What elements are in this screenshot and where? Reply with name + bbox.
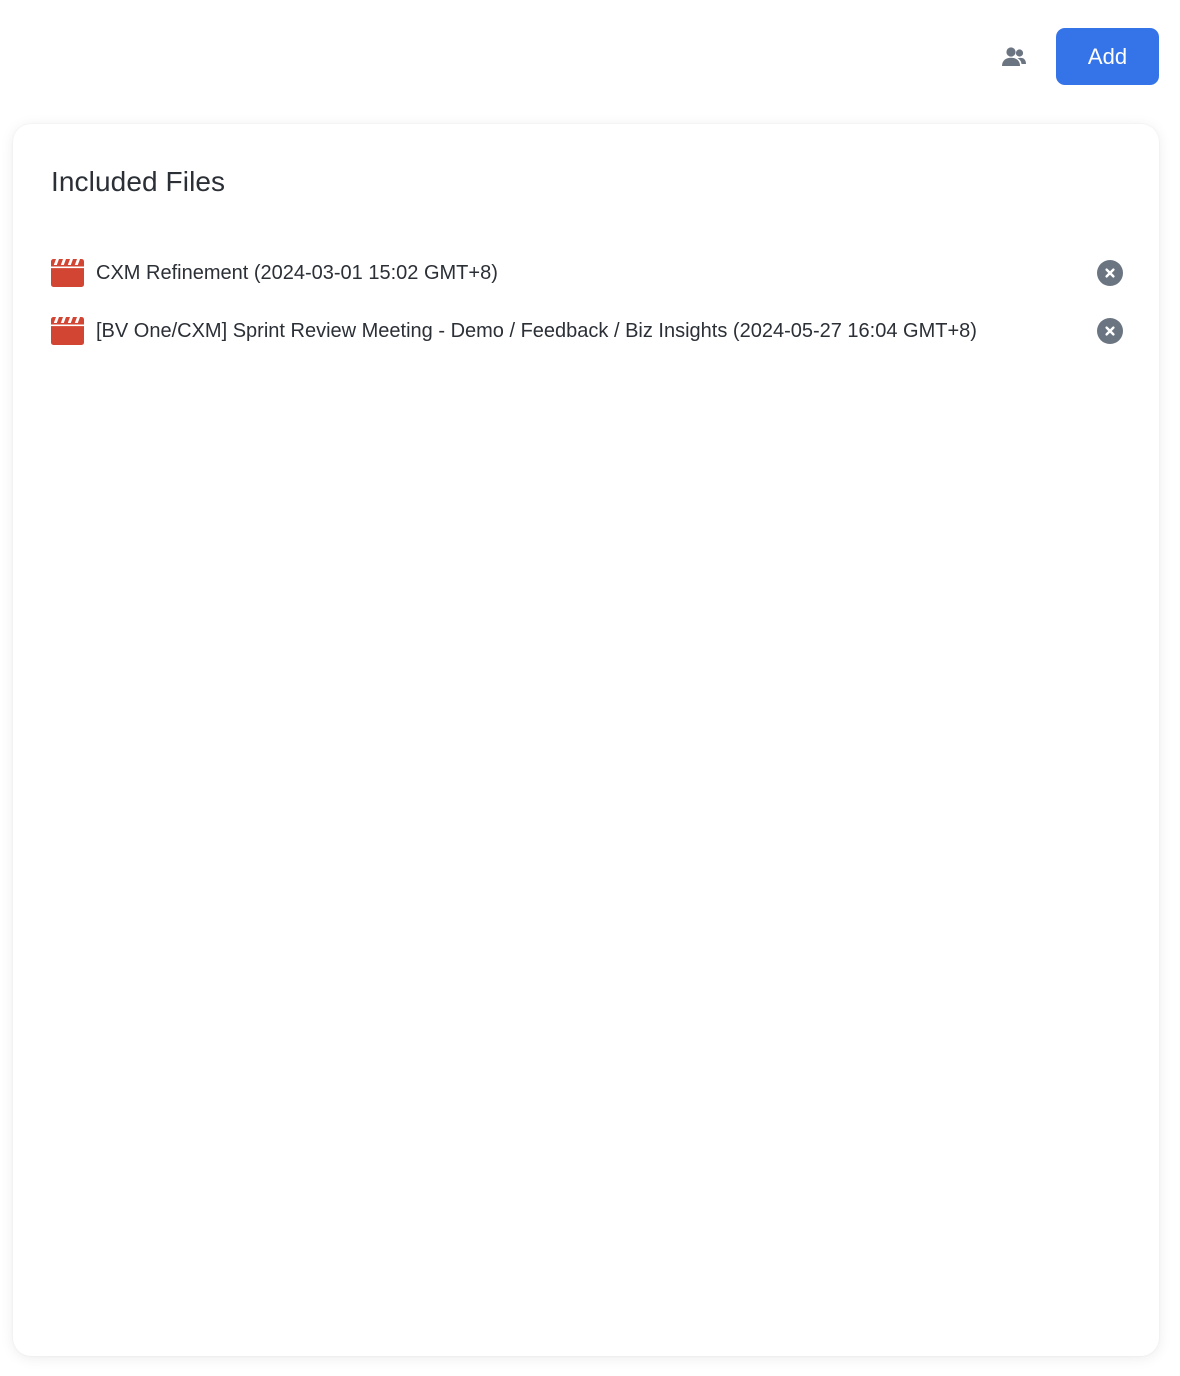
close-circle-icon[interactable]	[1096, 259, 1124, 287]
file-list: CXM Refinement (2024-03-01 15:02 GMT+8) …	[51, 256, 1123, 372]
share-members-button[interactable]	[986, 29, 1042, 85]
video-clapperboard-icon	[51, 259, 84, 287]
add-button[interactable]: Add	[1056, 28, 1159, 85]
file-name: [BV One/CXM] Sprint Review Meeting - Dem…	[96, 319, 977, 342]
video-clapperboard-icon	[51, 317, 84, 345]
file-name: CXM Refinement (2024-03-01 15:02 GMT+8)	[96, 261, 498, 284]
close-circle-icon[interactable]	[1096, 317, 1124, 345]
file-item[interactable]: [BV One/CXM] Sprint Review Meeting - Dem…	[51, 314, 1123, 348]
card-title: Included Files	[51, 166, 226, 197]
toolbar: Add	[986, 28, 1159, 85]
people-icon	[1002, 46, 1026, 66]
file-item[interactable]: CXM Refinement (2024-03-01 15:02 GMT+8)	[51, 256, 1123, 290]
included-files-card: Included Files CXM Refinement (2024-03-0…	[13, 124, 1159, 1356]
